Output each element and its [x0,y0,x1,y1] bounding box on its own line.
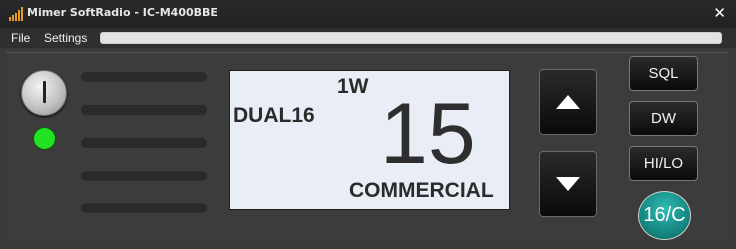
menu-file[interactable]: File [11,31,30,45]
ch16-button[interactable]: 16/C [638,191,691,240]
channel-up-button[interactable] [539,69,597,135]
hilo-button[interactable]: HI/LO [629,146,698,181]
status-led [33,127,56,150]
power-icon [43,81,46,103]
channel-down-button[interactable] [539,151,597,217]
window-title: Mimer SoftRadio - IC-M400BBE [27,6,218,19]
grille-slot [81,105,207,115]
grille-slot [81,138,207,148]
power-button[interactable] [21,70,67,116]
menu-settings[interactable]: Settings [44,31,87,45]
channel-name: COMMERCIAL [349,179,494,202]
grille-slot [81,203,207,213]
arrow-up-icon [556,95,580,109]
grille-slot [81,171,207,181]
power-level: 1W [337,75,369,98]
title-bar: Mimer SoftRadio - IC-M400BBE ✕ [0,0,736,28]
radio-display: 1W DUAL16 15 COMMERCIAL [229,70,510,210]
channel-number: 15 [380,86,476,182]
close-icon[interactable]: ✕ [713,4,726,22]
sql-button[interactable]: SQL [629,56,698,91]
dw-button[interactable]: DW [629,101,698,136]
grille-slot [81,72,207,82]
signal-bars-icon [9,7,25,21]
watch-mode: DUAL16 [233,104,315,127]
arrow-down-icon [556,177,580,191]
progress-bar [100,32,722,44]
